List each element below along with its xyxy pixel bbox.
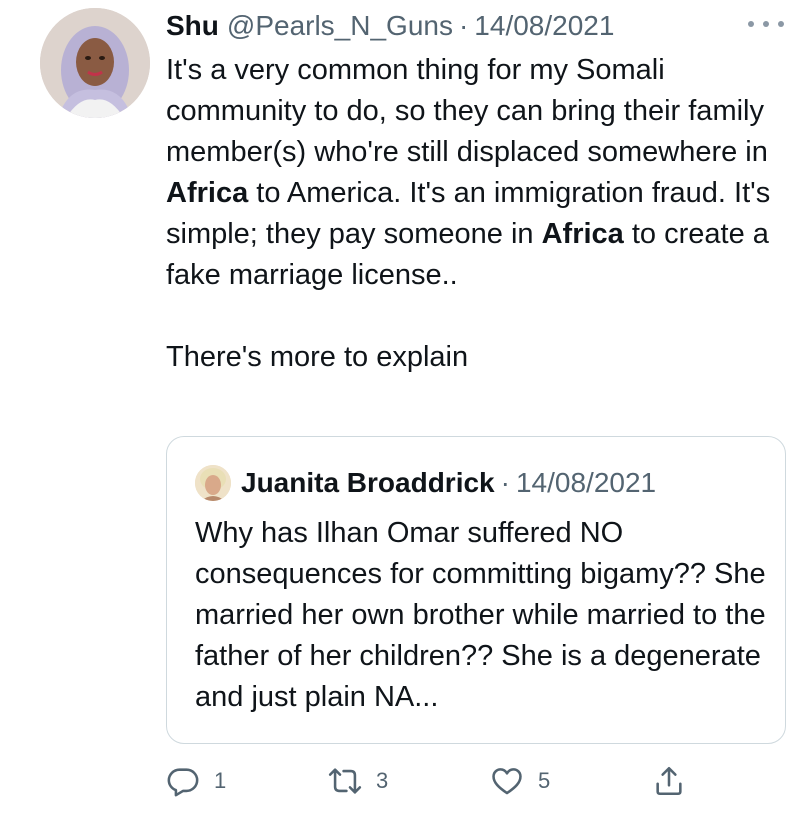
- quoted-author-name[interactable]: Juanita Broaddrick: [241, 467, 495, 499]
- share-button[interactable]: [652, 756, 686, 806]
- author-name[interactable]: Shu: [166, 8, 219, 44]
- tweet-body: It's a very common thing for my Somali c…: [166, 50, 786, 378]
- quoted-header: Juanita Broaddrick · 14/08/2021: [195, 465, 656, 501]
- quoted-body: Why has Ilhan Omar suffered NO consequen…: [195, 517, 766, 713]
- avatar[interactable]: [40, 8, 150, 118]
- tweet-header: Shu @Pearls_N_Guns · 14/08/2021: [166, 8, 796, 44]
- like-count: 5: [538, 768, 551, 793]
- action-bar: 1 3 5: [166, 756, 706, 806]
- like-button[interactable]: 5: [490, 756, 550, 806]
- tweet-paragraph: It's a very common thing for my Somali c…: [166, 54, 771, 291]
- hashtag-like-bold: Africa: [166, 177, 249, 209]
- reply-button[interactable]: 1: [166, 756, 226, 806]
- retweet-icon: [328, 768, 362, 794]
- more-dots-icon[interactable]: [748, 14, 784, 34]
- tweet-paragraph: There's more to explain: [166, 341, 469, 373]
- tweet-date[interactable]: 14/08/2021: [474, 8, 614, 44]
- heart-icon: [492, 768, 522, 795]
- quoted-tweet[interactable]: Juanita Broaddrick · 14/08/2021 Why has …: [166, 436, 786, 744]
- separator-dot: ·: [458, 10, 469, 41]
- author-handle[interactable]: @Pearls_N_Guns: [227, 8, 453, 44]
- quoted-avatar: [195, 465, 231, 501]
- hashtag-like-bold: Africa: [541, 218, 624, 250]
- retweet-button[interactable]: 3: [328, 756, 388, 806]
- quoted-date: 14/08/2021: [515, 467, 657, 498]
- retweet-count: 3: [376, 768, 389, 793]
- tweet[interactable]: Shu @Pearls_N_Guns · 14/08/2021 It's a v…: [0, 0, 808, 824]
- avatar-image: [40, 8, 150, 118]
- share-icon: [656, 766, 682, 796]
- reply-icon: [167, 768, 199, 797]
- separator-dot: ·: [500, 467, 510, 498]
- reply-count: 1: [214, 768, 227, 793]
